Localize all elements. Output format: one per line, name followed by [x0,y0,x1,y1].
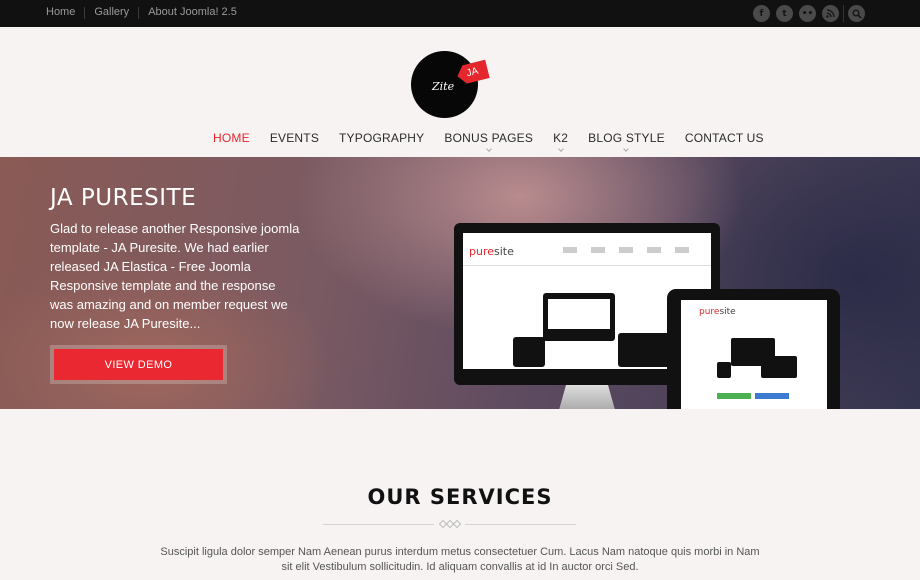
view-demo-frame: VIEW DEMO [50,345,227,384]
tablet-mock-blue-button [755,393,789,399]
flickr-icon[interactable]: •• [799,5,816,22]
nav-item-contact-us[interactable]: CONTACT US [685,131,764,145]
monitor-stand [557,385,617,409]
diamond-ornament-icon [452,519,462,529]
top-link-about[interactable]: About Joomla! 2.5 [139,6,246,19]
nav-item-label: BONUS PAGES [444,131,534,145]
screen-logo-part: site [494,245,514,258]
screen-logo: puresite [469,245,514,258]
search-divider [843,5,844,22]
screen-mock-tablet [513,337,545,367]
screen-logo: puresite [699,307,736,317]
tablet-mock-phone [717,362,731,378]
hero-title: JA PURESITE [50,185,197,211]
logo-text: Zite [432,80,455,93]
nav-item-home[interactable]: HOME [213,131,250,145]
social-links: f t •• [753,5,839,22]
title-divider-right [465,524,576,525]
nav-item-blog-style[interactable]: BLOG STYLE [588,131,665,152]
nav-item-label: BLOG STYLE [588,131,665,145]
facebook-icon[interactable]: f [753,5,770,22]
top-bar: Home Gallery About Joomla! 2.5 f t •• [0,0,920,27]
screen-logo-part: pure [469,245,495,258]
tablet-image: puresite [667,289,840,409]
nav-item-typography[interactable]: TYPOGRAPHY [339,131,424,145]
chevron-down-icon [557,146,564,152]
hero-description: Glad to release another Responsive jooml… [50,221,300,331]
site-logo[interactable]: Zite JA [411,51,478,118]
nav-item-label: K2 [553,131,569,145]
twitter-icon[interactable]: t [776,5,793,22]
screen-rule [463,265,711,266]
view-demo-button[interactable]: VIEW DEMO [54,349,223,380]
main-nav: HOME EVENTS TYPOGRAPHY BONUS PAGES K2 BL… [213,131,784,152]
screen-logo-part: site [719,307,736,317]
nav-item-events[interactable]: EVENTS [270,131,319,145]
hero-slider: JA PURESITE Glad to release another Resp… [0,157,920,409]
screen-logo-part: pure [699,307,720,317]
chevron-down-icon [623,146,630,152]
top-link-home[interactable]: Home [46,6,84,19]
nav-item-bonus-pages[interactable]: BONUS PAGES [444,131,534,152]
screen-nav [563,247,703,253]
services-description: Suscipit ligula dolor semper Nam Aenean … [160,546,760,573]
tablet-screen: puresite [681,300,827,409]
screen-mock-content [548,299,610,329]
tablet-mock-green-button [717,393,751,399]
tablet-mock-laptop [761,356,797,378]
rss-icon[interactable] [822,5,839,22]
services-title: OUR SERVICES [367,485,553,509]
nav-item-k2[interactable]: K2 [553,131,569,152]
title-divider-left [323,524,434,525]
search-icon[interactable] [848,5,865,22]
screen-mock-laptop [618,333,672,367]
top-links: Home Gallery About Joomla! 2.5 [46,6,246,19]
chevron-down-icon [485,146,492,152]
top-link-gallery[interactable]: Gallery [85,6,138,19]
logo-tag: JA [455,60,490,86]
